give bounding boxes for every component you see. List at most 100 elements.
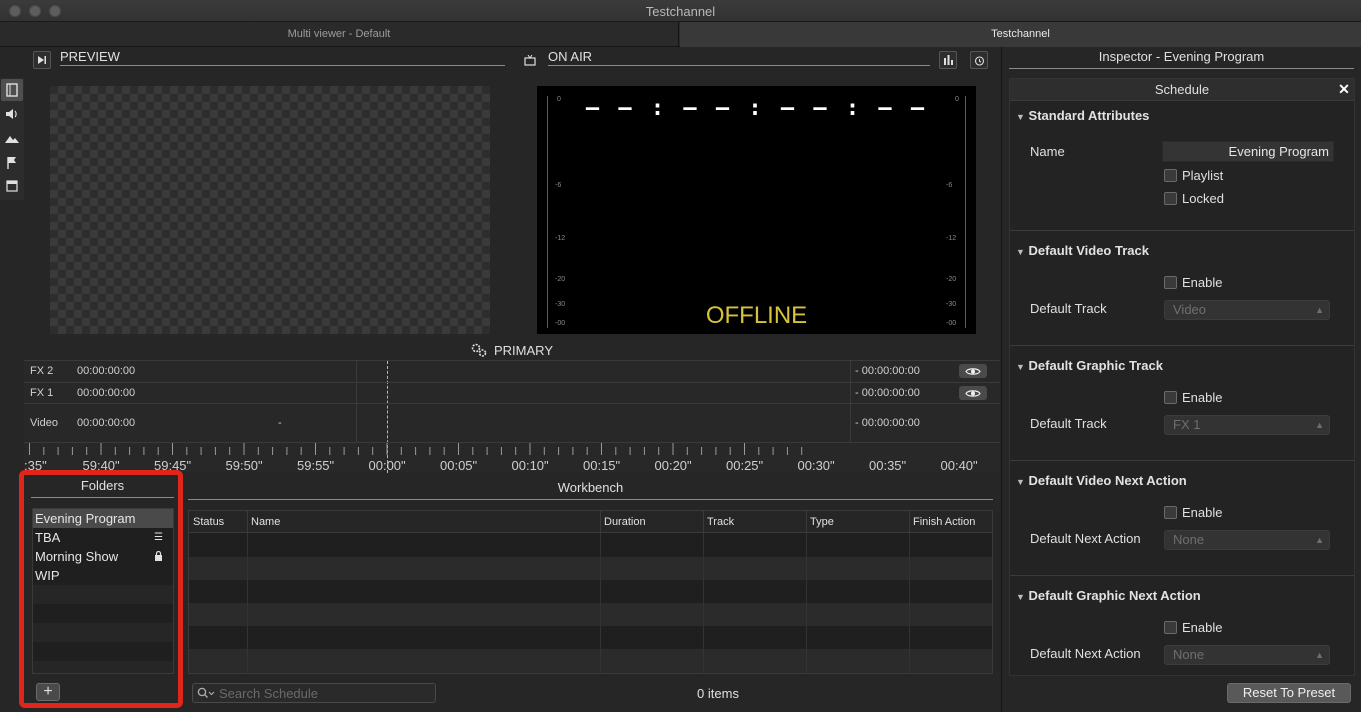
table-row	[189, 557, 992, 580]
ruler-label: 00:20"	[654, 458, 692, 473]
workbench-title: Workbench	[188, 480, 993, 500]
group-title-text: Default Graphic Track	[1028, 358, 1163, 373]
mountain-icon[interactable]	[1, 127, 23, 149]
checkbox-box[interactable]	[1164, 391, 1177, 404]
flag-icon[interactable]	[1, 151, 23, 173]
group-default-video-next-action[interactable]: ▼ Default Video Next Action	[1016, 473, 1187, 488]
checkbox-box[interactable]	[1164, 169, 1177, 182]
video-track-enable-checkbox[interactable]: Enable	[1164, 275, 1222, 290]
default-track-label: Default Track	[1030, 416, 1107, 431]
column-header-track[interactable]: Track	[703, 511, 807, 533]
search-icon	[197, 687, 215, 698]
checkbox-label: Enable	[1182, 275, 1223, 290]
group-title-text: Standard Attributes	[1028, 108, 1150, 123]
meter-tick: -00	[555, 320, 566, 327]
default-video-next-action-select[interactable]: None ▲	[1164, 530, 1330, 550]
left-toolbar	[0, 78, 24, 200]
search-placeholder: Search Schedule	[219, 685, 319, 701]
checkbox-box[interactable]	[1164, 276, 1177, 289]
disclosure-triangle-icon: ▼	[1016, 362, 1025, 372]
folder-item-morning-show[interactable]: Morning Show	[33, 547, 173, 566]
time-ruler[interactable]: :35" 59:40" 59:45" 59:50" 59:55" 00:00" 00:05"…	[24, 443, 1000, 473]
group-default-video-track[interactable]: ▼ Default Video Track	[1016, 243, 1149, 258]
checkbox-box[interactable]	[1164, 621, 1177, 634]
track-label: Video	[30, 417, 58, 429]
bar-chart-icon[interactable]	[939, 51, 957, 69]
ruler-label: 00:35"	[869, 458, 907, 473]
folders-title: Folders	[31, 478, 174, 498]
onair-title: ON AIR	[548, 49, 930, 66]
folder-label: TBA	[35, 530, 61, 545]
group-title-text: Default Graphic Next Action	[1028, 588, 1201, 603]
speaker-icon[interactable]	[1, 103, 23, 125]
workbench-table[interactable]: Status Name Duration Track Type Finish A…	[188, 510, 993, 674]
folder-list[interactable]: Evening Program TBA ☰ Morning Show WIP	[32, 508, 174, 674]
add-folder-button[interactable]: +	[36, 683, 60, 701]
column-header-finish-action[interactable]: Finish Action	[909, 511, 992, 533]
video-next-enable-checkbox[interactable]: Enable	[1164, 505, 1222, 520]
timeline-row-video: Video 00:00:00:00 - - 00:00:00:00	[24, 404, 1000, 443]
column-header-status[interactable]: Status	[189, 511, 248, 533]
graphic-next-enable-checkbox[interactable]: Enable	[1164, 620, 1222, 635]
playlist-checkbox[interactable]: Playlist	[1164, 168, 1223, 183]
ruler-label: 00:30"	[797, 458, 835, 473]
meter-tick: 0	[955, 96, 959, 103]
name-field[interactable]: Evening Program	[1162, 141, 1334, 162]
ruler-ticks	[29, 443, 803, 455]
meter-tick: -12	[555, 235, 566, 242]
primary-channel-label[interactable]: PRIMARY	[470, 341, 590, 359]
checkbox-box[interactable]	[1164, 192, 1177, 205]
checkbox-box[interactable]	[1164, 506, 1177, 519]
audio-meter-left: 0 -6 -12 -20 -30 -00	[547, 96, 567, 328]
list-icon: ☰	[154, 532, 163, 543]
track-time: 00:00:00:00	[77, 387, 136, 399]
folders-panel: Folders Evening Program TBA ☰ Morning Sh…	[31, 478, 174, 674]
eye-icon[interactable]	[959, 386, 987, 400]
disclosure-triangle-icon: ▼	[1016, 247, 1025, 257]
folder-empty-row	[33, 661, 173, 673]
ruler-label: 00:00"	[368, 458, 406, 473]
search-schedule-input[interactable]: Search Schedule	[192, 683, 436, 703]
reset-to-preset-button[interactable]: Reset To Preset	[1227, 683, 1351, 703]
checkbox-label: Enable	[1182, 620, 1223, 635]
folder-item-evening-program[interactable]: Evening Program	[33, 509, 173, 528]
group-default-graphic-next-action[interactable]: ▼ Default Graphic Next Action	[1016, 588, 1201, 603]
stepper-arrows-icon: ▲	[1315, 420, 1324, 430]
meter-tick: -12	[946, 235, 957, 242]
inspector-panel: Inspector - Evening Program Schedule ✕ ▼…	[1001, 47, 1361, 712]
schedule-inspector: Schedule ✕ ▼ Standard Attributes Name Ev…	[1009, 78, 1355, 676]
timeline[interactable]: FX 2 00:00:00:00 - 00:00:00:00 FX 1 00:0…	[24, 360, 1000, 473]
folder-item-wip[interactable]: WIP	[33, 566, 173, 585]
name-label: Name	[1030, 144, 1065, 159]
graphic-track-enable-checkbox[interactable]: Enable	[1164, 390, 1222, 405]
column-header-duration[interactable]: Duration	[600, 511, 704, 533]
default-graphic-track-select[interactable]: FX 1 ▲	[1164, 415, 1330, 435]
close-icon[interactable]: ✕	[1336, 81, 1352, 99]
tab-testchannel[interactable]: Testchannel	[680, 22, 1361, 47]
select-value: None	[1173, 647, 1205, 662]
track-label: FX 1	[30, 387, 54, 399]
window-icon[interactable]	[1, 175, 23, 197]
item-count: 0 items	[697, 686, 739, 701]
default-graphic-next-action-select[interactable]: None ▲	[1164, 645, 1330, 665]
playlist-icon[interactable]	[1, 79, 23, 101]
track-remaining: - 00:00:00:00	[855, 417, 920, 429]
take-to-air-button[interactable]	[33, 51, 51, 69]
default-video-track-select[interactable]: Video ▲	[1164, 300, 1330, 320]
group-default-graphic-track[interactable]: ▼ Default Graphic Track	[1016, 358, 1163, 373]
meter-tick: 0	[557, 96, 561, 103]
column-header-name[interactable]: Name	[247, 511, 601, 533]
ruler-label: 00:15"	[583, 458, 621, 473]
tab-multi-viewer[interactable]: Multi viewer - Default	[0, 22, 679, 47]
tab-bar: Multi viewer - Default Testchannel	[0, 22, 1361, 47]
column-header-type[interactable]: Type	[806, 511, 910, 533]
meter-tick: -20	[555, 276, 566, 283]
folder-item-tba[interactable]: TBA ☰	[33, 528, 173, 547]
locked-checkbox[interactable]: Locked	[1164, 191, 1224, 206]
group-standard-attributes[interactable]: ▼ Standard Attributes	[1016, 108, 1149, 123]
alarm-clock-icon[interactable]	[970, 51, 988, 69]
onair-canvas: – – : – – : – – : – – OFFLINE 0 -6 -12 -…	[537, 86, 976, 334]
eye-icon[interactable]	[959, 364, 987, 378]
select-value: Video	[1173, 302, 1207, 317]
folder-empty-row	[33, 585, 173, 604]
